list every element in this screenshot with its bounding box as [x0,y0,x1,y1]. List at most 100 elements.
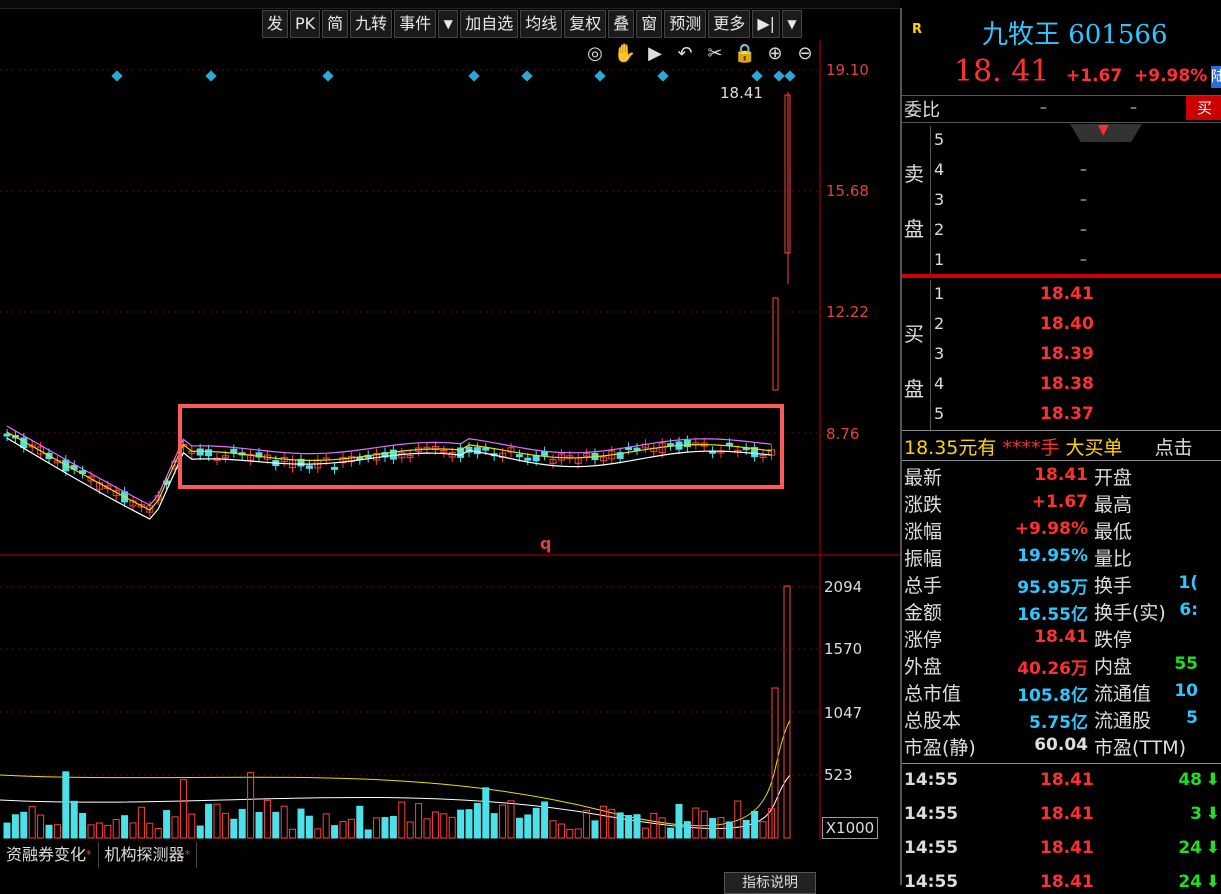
stat-value: 18.41 [1034,465,1088,485]
volume-bar [700,810,708,839]
volume-bar [667,827,675,839]
last-price: 18. 41 [954,54,1050,89]
indicator-tab-0[interactable]: 资融券变化* [0,842,99,868]
stat-value: 19.95% [1017,546,1088,566]
volume-bar [541,801,549,839]
stat-value: 5.75亿 [1029,713,1088,733]
toolbar-item-4[interactable]: 事件 [394,10,437,38]
candle-body [524,457,532,461]
stat-label-2: 最低 [1094,521,1133,543]
indicator-tab-1[interactable]: 机构探测器* [99,842,198,868]
weibi-label: 委比 [904,100,940,121]
volume-ma-line [0,719,791,827]
price-axis-label: 12.22 [826,303,869,321]
toolbar-item-14[interactable]: ▼ [782,10,803,38]
volume-bar [591,820,599,839]
toolbar-item-12[interactable]: 更多 [708,10,751,38]
volume-bar [381,817,389,839]
toolbar-item-5[interactable]: ▼ [438,10,459,38]
big-order-alert[interactable]: 18.35元有 ****手 大买单 点击 [904,433,1193,460]
collapse-toggle[interactable]: ▼ [1070,124,1142,142]
volume-bar [625,814,633,839]
board-badge: 陆 [1211,66,1221,88]
bid-level: 3 [934,344,945,363]
price-axis-label: 19.10 [826,61,869,79]
buy-button[interactable]: 买 [1186,96,1221,120]
volume-bar [37,814,45,839]
toolbar-item-11[interactable]: 预测 [664,10,707,38]
bid-price: 18.41 [1040,284,1094,304]
ask-price: – [1080,222,1087,238]
volume-bar [683,821,691,839]
event-marker [521,70,533,82]
volume-axis-label: 523 [824,766,853,784]
volume-bar [490,813,498,839]
bid-level: 2 [934,314,945,333]
stat-value-2: 55 [1174,654,1198,674]
stat-value: 18.41 [1034,627,1088,647]
tab-star-icon: * [184,848,191,861]
big-order-action[interactable]: 点击 [1155,437,1193,459]
candle-body [3,433,11,437]
volume-bar [188,813,196,839]
indicator-tab-label: 资融券变化 [6,845,87,864]
volume-bar [163,810,171,839]
toolbar-item-0[interactable]: 发 [262,10,289,38]
bid-level: 5 [934,404,945,423]
volume-bar [356,805,364,839]
toolbar-item-3[interactable]: 九转 [350,10,393,38]
stat-value: 95.95万 [1017,578,1088,598]
stat-value-2: 1( [1178,573,1198,593]
big-order-hands: ****手 [1002,437,1060,459]
volume-bar [692,807,700,839]
toolbar-item-10[interactable]: 窗 [636,10,663,38]
ask-level: 5 [934,130,945,149]
tick-vol: 24 [1178,838,1202,858]
volume-bar [389,815,397,839]
candle-body [667,443,675,447]
toolbar-item-9[interactable]: 叠 [608,10,635,38]
toolbar-item-1[interactable]: PK [290,10,321,38]
volume-bar [213,803,221,839]
volume-bar [289,828,297,839]
volume-bar [179,779,187,839]
bid-price: 18.40 [1040,314,1094,334]
volume-bar [230,818,238,839]
toolbar-item-6[interactable]: 加自选 [460,10,519,38]
volume-bar [121,815,129,839]
tick-time: 14:55 [904,804,959,824]
event-markers [111,70,796,82]
volume-bar [87,824,95,839]
stat-label: 涨停 [904,629,943,651]
volume-bar [574,828,582,839]
stat-label-2: 市盈(TTM) [1094,737,1187,759]
top-menu-strip [0,0,900,9]
volume-bar [423,818,431,839]
volume-bar [507,800,515,839]
volume-bar [297,808,305,839]
volume-bar [717,817,725,839]
volume-bar [20,811,28,839]
ask-level: 4 [934,160,945,179]
stat-value: 40.26万 [1017,659,1088,679]
toolbar-item-13[interactable]: ▶| [752,10,781,38]
volume-bar [196,825,204,839]
indicator-help-button[interactable]: 指标说明 [724,872,816,894]
candle-body [515,454,523,458]
volume-bar [725,821,733,839]
toolbar-item-2[interactable]: 简 [322,10,349,38]
volume-bar [280,805,288,839]
toolbar-item-7[interactable]: 均线 [520,10,563,38]
volume-bar [549,820,557,839]
volume-bar [62,771,70,839]
last-price-tag: 18.41 [720,84,763,102]
volume-bar [70,800,78,839]
tick-price: 18.41 [1040,770,1094,790]
event-marker [111,70,123,82]
volume-bar [3,822,11,839]
volume-bar [272,811,280,839]
toolbar-item-8[interactable]: 复权 [564,10,607,38]
weibi-value: – [1040,100,1047,116]
stat-label: 涨跌 [904,494,943,516]
sell-label-2: 盘 [904,217,924,241]
